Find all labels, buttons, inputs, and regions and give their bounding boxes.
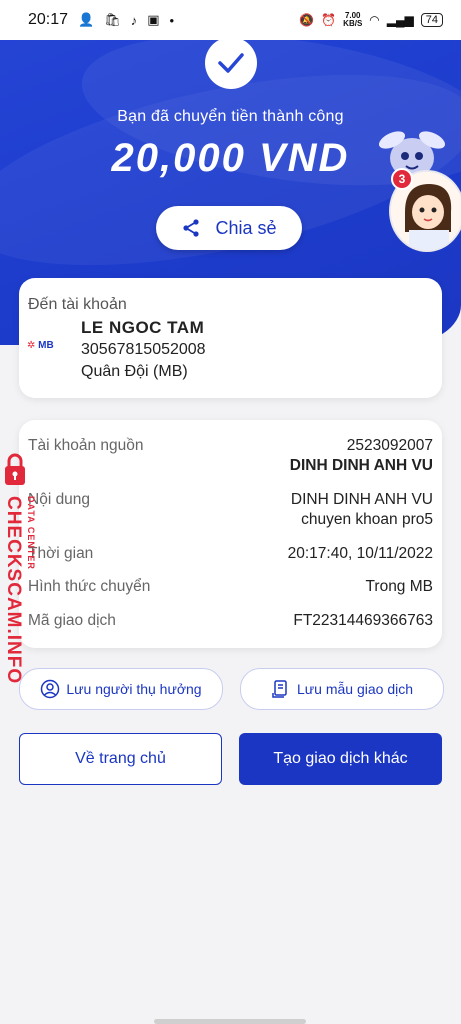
dot-icon: • — [169, 12, 175, 28]
mb-bank-logo: ✲ MB — [27, 340, 54, 351]
detail-value-secondary: DINH DINH ANH VU — [289, 457, 433, 474]
mute-icon: 🔕 — [299, 13, 315, 27]
transaction-details-card: Tài khoản nguồn 2523092007 DINH DINH ANH… — [19, 420, 442, 648]
detail-row-transfer-type: Hình thức chuyển Trong MB — [19, 578, 442, 598]
battery-indicator: 74 — [420, 13, 443, 27]
recipient-account-number: 30567815052008 — [81, 341, 206, 358]
mb-logo-text: MB — [38, 340, 54, 351]
tiktok-icon: ♪ — [130, 12, 138, 28]
watermark-subtext: DATA CENTER — [26, 496, 36, 570]
shopping-bag-icon: 🛍 — [104, 12, 121, 27]
detail-value: 2523092007 — [346, 437, 433, 454]
home-button[interactable]: Về trang chủ — [19, 733, 222, 785]
detail-value: 20:17:40, 10/11/2022 — [287, 545, 433, 562]
detail-value: FT22314469366763 — [293, 612, 433, 629]
detail-row-content: Nội dung DINH DINH ANH VU chuyen khoan p… — [19, 491, 442, 531]
detail-label: Hình thức chuyển — [28, 578, 151, 595]
detail-label: Tài khoản nguồn — [28, 437, 144, 454]
detail-value: Trong MB — [365, 578, 433, 595]
new-transaction-button[interactable]: Tạo giao dịch khác — [239, 733, 442, 785]
document-icon — [272, 680, 287, 698]
save-template-label: Lưu mẫu giao dịch — [297, 681, 413, 697]
save-template-button[interactable]: Lưu mẫu giao dịch — [240, 668, 444, 710]
detail-label: Mã giao dịch — [28, 612, 116, 629]
mb-star-icon: ✲ — [27, 340, 36, 351]
recipient-bank-name: Quân Đội (MB) — [81, 363, 188, 380]
recipient-name: LE NGOC TAM — [81, 318, 205, 337]
signal-icon: ▂▄▆ — [386, 13, 414, 27]
destination-account-card: Đến tài khoản ✲ MB LE NGOC TAM 305678150… — [19, 278, 442, 398]
save-beneficiary-label: Lưu người thụ hưởng — [66, 681, 202, 697]
wifi-icon: ◠ — [369, 13, 380, 27]
network-speed: 7.00 KB/S — [343, 12, 362, 28]
checkmark-icon — [218, 53, 244, 73]
user-circle-icon — [41, 679, 60, 699]
status-time: 20:17 — [28, 11, 69, 28]
save-beneficiary-button[interactable]: Lưu người thụ hưởng — [19, 668, 223, 710]
share-button[interactable]: Chia sẻ — [156, 206, 302, 250]
home-indicator[interactable] — [154, 1019, 306, 1024]
detail-row-transaction-id: Mã giao dịch FT22314469366763 — [19, 612, 442, 632]
share-label: Chia sẻ — [215, 217, 277, 238]
chat-notification-badge: 3 — [391, 168, 413, 190]
alarm-icon: ⏰ — [321, 13, 337, 27]
add-contact-icon: 👤 — [78, 12, 95, 27]
destination-label: Đến tài khoản — [28, 296, 127, 313]
detail-label: Nội dung — [28, 491, 91, 508]
share-icon — [183, 219, 200, 237]
status-bar: 20:17 👤 🛍 ♪ ▣ • 🔕 ⏰ 7.00 KB/S ◠ ▂▄▆ 74 — [0, 0, 461, 40]
detail-value-secondary: chuyen khoan pro5 — [301, 511, 433, 528]
detail-value: DINH DINH ANH VU — [290, 491, 433, 508]
watermark-text: CHECKSCAM.INFO — [3, 496, 24, 685]
detail-label: Thời gian — [28, 545, 94, 562]
chat-app-icon: ▣ — [147, 12, 160, 27]
success-check-badge — [205, 37, 257, 89]
speed-unit: KB/S — [343, 19, 363, 28]
detail-row-source-account: Tài khoản nguồn 2523092007 DINH DINH ANH… — [19, 437, 442, 477]
detail-row-time: Thời gian 20:17:40, 10/11/2022 — [19, 545, 442, 565]
lock-icon — [5, 453, 25, 485]
